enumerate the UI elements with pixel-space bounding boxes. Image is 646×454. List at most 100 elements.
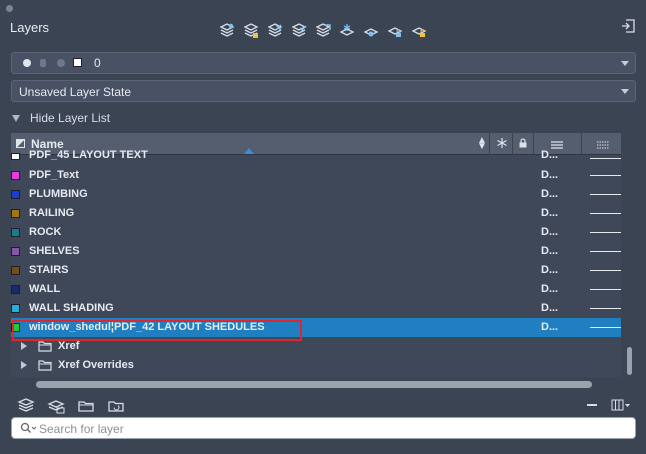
layer-color-swatch[interactable] (11, 190, 20, 199)
layer-row[interactable]: WALL SHADING D... (11, 299, 621, 318)
layer-row[interactable]: RAILING D... (11, 204, 621, 223)
layer-color-swatch[interactable] (11, 285, 20, 294)
layer-row[interactable]: WALL D... (11, 280, 621, 299)
freeze-column-icon[interactable] (496, 137, 508, 152)
linetype-column-icon[interactable] (597, 139, 609, 153)
layer-description: D... (541, 302, 559, 314)
collapse-minus-icon[interactable] (587, 404, 597, 406)
layer-name: STAIRS (29, 264, 69, 276)
layer-color-swatch[interactable] (11, 153, 20, 160)
layer-color-swatch[interactable] (11, 323, 20, 332)
window-titlebar (0, 0, 646, 14)
linetype-sample[interactable] (590, 158, 621, 159)
layer-name: PDF_45 LAYOUT TEXT (29, 149, 148, 161)
linetype-sample[interactable] (590, 175, 621, 176)
linetype-sample[interactable] (590, 327, 621, 328)
linetype-sample[interactable] (590, 270, 621, 271)
layer-name: window_shedul¦PDF_42 LAYOUT SHEDULES (29, 321, 265, 333)
linetype-sample[interactable] (590, 308, 621, 309)
new-layer-vp-frozen-icon[interactable] (242, 22, 260, 40)
search-icon (20, 422, 37, 434)
isolate-icon[interactable] (362, 22, 380, 40)
new-property-filter-icon[interactable] (47, 398, 65, 414)
expand-arrow-icon[interactable] (21, 342, 27, 350)
linetype-sample[interactable] (590, 251, 621, 252)
delete-layer-icon[interactable] (266, 22, 284, 40)
linetype-sample[interactable] (590, 213, 621, 214)
folder-icon (38, 340, 52, 352)
layer-name: WALL (29, 283, 61, 295)
linetype-sample[interactable] (590, 289, 621, 290)
status-column-icon[interactable] (16, 139, 25, 148)
layer-color-swatch[interactable] (11, 228, 20, 237)
unlock-icon[interactable] (410, 22, 428, 40)
filter-folder-name: Xref (58, 340, 80, 352)
layer-name: PDF_Text (29, 169, 79, 181)
folder-refresh-icon[interactable] (107, 398, 125, 414)
current-layer-name: 0 (94, 56, 101, 70)
filter-folder-row[interactable]: Xref (11, 337, 621, 356)
triangle-down-icon (12, 114, 20, 122)
column-separator (512, 133, 513, 155)
new-layer-icon[interactable] (218, 22, 236, 40)
exit-panel-icon[interactable] (620, 18, 636, 34)
layer-state-dropdown[interactable]: Unsaved Layer State (11, 80, 636, 102)
chevron-down-icon (621, 89, 629, 94)
set-current-icon[interactable] (290, 22, 308, 40)
layer-name: ROCK (29, 226, 62, 238)
layer-row[interactable]: PLUMBING D... (11, 185, 621, 204)
column-resize-icon[interactable]: ▲ ▼ (477, 136, 487, 152)
panel-title: Layers (10, 20, 50, 35)
new-group-filter-icon[interactable] (17, 398, 35, 414)
filter-folder-row[interactable]: Xref Overrides (11, 356, 621, 375)
filter-folder-name: Xref Overrides (58, 359, 134, 371)
expand-arrow-icon[interactable] (21, 361, 27, 369)
match-layer-icon[interactable] (314, 22, 332, 40)
lock-column-icon[interactable] (517, 137, 529, 152)
linetype-sample[interactable] (590, 232, 621, 233)
layer-description: D... (541, 169, 559, 181)
freeze-icon[interactable] (338, 22, 356, 40)
column-separator (533, 133, 534, 155)
folder-icon[interactable] (77, 398, 95, 414)
hide-layer-list-label: Hide Layer List (30, 111, 111, 125)
layer-row[interactable]: PDF_45 LAYOUT TEXT D... (11, 149, 621, 166)
lock-icon (40, 59, 46, 67)
folder-icon (38, 359, 52, 371)
vertical-scrollbar[interactable] (627, 347, 632, 375)
search-input[interactable] (39, 420, 629, 437)
chevron-down-icon (621, 61, 629, 66)
linetype-sample[interactable] (590, 194, 621, 195)
layer-description: D... (541, 245, 559, 257)
layer-color-swatch (73, 58, 82, 67)
hide-layer-list-toggle[interactable]: Hide Layer List (12, 110, 110, 126)
layer-row[interactable]: STAIRS D... (11, 261, 621, 280)
lightbulb-icon (23, 59, 31, 67)
layer-color-swatch[interactable] (11, 171, 20, 180)
layer-color-swatch[interactable] (11, 209, 20, 218)
window-close-dot[interactable] (6, 5, 13, 12)
layer-color-swatch[interactable] (11, 304, 20, 313)
layer-description: D... (541, 283, 559, 295)
layer-description: D... (541, 321, 559, 333)
column-separator (489, 133, 490, 155)
layer-row[interactable]: PDF_Text D... (11, 166, 621, 185)
horizontal-scrollbar[interactable] (36, 381, 592, 388)
layer-search-box[interactable] (11, 417, 636, 439)
layer-name: PLUMBING (29, 188, 88, 200)
layer-name: WALL SHADING (29, 302, 114, 314)
layer-row[interactable]: ROCK D... (11, 223, 621, 242)
column-separator (581, 133, 582, 155)
layer-state-value: Unsaved Layer State (19, 85, 132, 99)
layer-color-swatch[interactable] (11, 247, 20, 256)
column-settings-icon[interactable] (611, 398, 631, 412)
layer-row[interactable]: SHELVES D... (11, 242, 621, 261)
layer-color-swatch[interactable] (11, 266, 20, 275)
lock-icon[interactable] (386, 22, 404, 40)
layer-name: SHELVES (29, 245, 80, 257)
sun-icon (57, 59, 65, 67)
layer-description: D... (541, 226, 559, 238)
layer-description: D... (541, 149, 559, 161)
layer-row[interactable]: window_shedul¦PDF_42 LAYOUT SHEDULES D... (11, 318, 621, 337)
current-layer-dropdown[interactable]: 0 (11, 52, 636, 74)
